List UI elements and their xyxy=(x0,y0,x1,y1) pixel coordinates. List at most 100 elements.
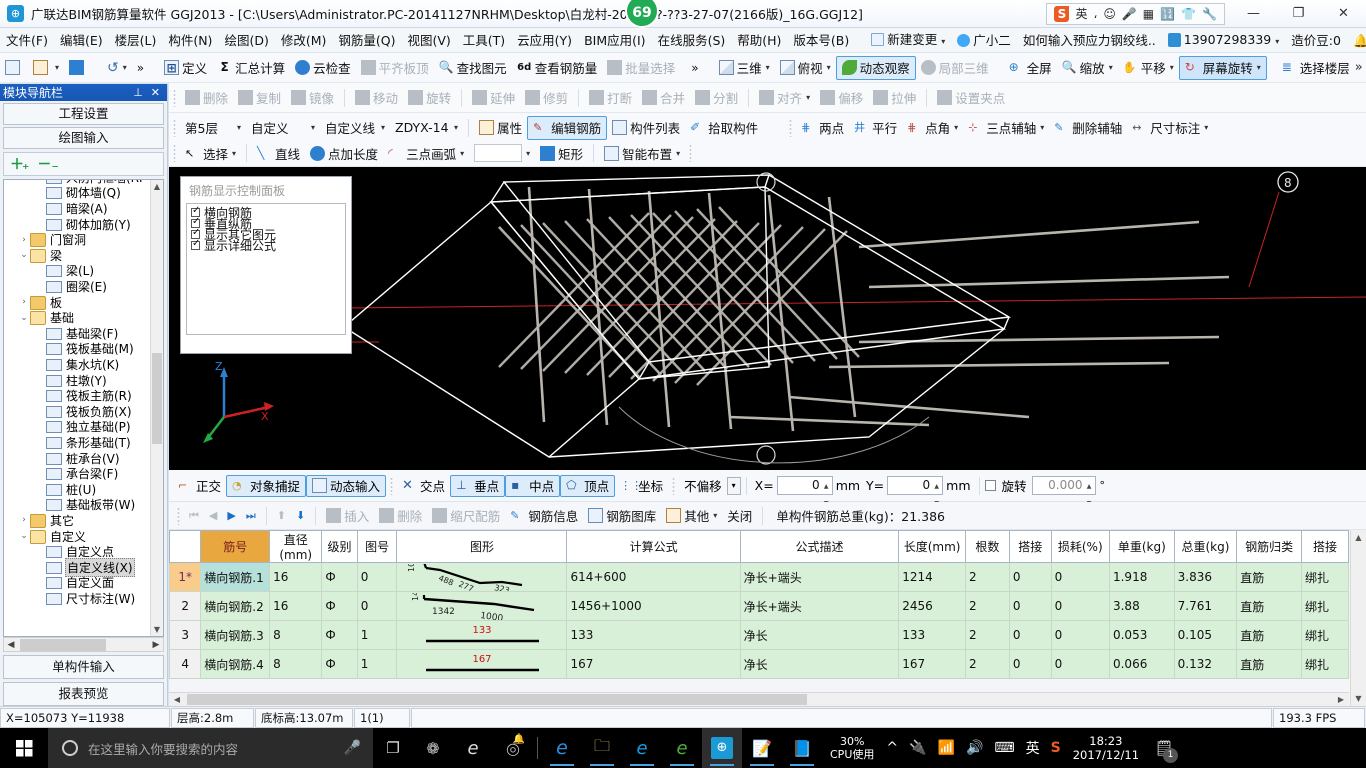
table-row[interactable]: 4 横向钢筋.4 8 Ф 1 167 167 净长 167 2 0 0 0.066 0.132 直筋 绑扎 xyxy=(169,649,1350,679)
floor-selector[interactable]: 第5层 ▾ xyxy=(180,116,246,140)
cell-formula[interactable]: 133 xyxy=(566,620,741,650)
toolbar-view-overflow[interactable]: » xyxy=(1355,60,1363,75)
nav-next-button[interactable]: ▶ xyxy=(222,509,240,522)
toolbar-main-overflow[interactable]: » xyxy=(686,56,703,80)
sidebar-button-project-settings[interactable]: 工程设置 xyxy=(3,103,164,125)
tip-link[interactable]: 如何输入预应力钢绞线.. xyxy=(1017,28,1162,53)
grid-scroll-right-arrow[interactable]: ▶ xyxy=(1333,693,1349,706)
cell-unit-weight[interactable]: 0.053 xyxy=(1108,620,1175,650)
account-phone[interactable]: 13907298339 ▾ xyxy=(1162,27,1286,54)
type-selector[interactable]: 自定义线 ▾ xyxy=(320,116,390,140)
tree-item-folder-open-icon[interactable]: ⌄ 自定义 xyxy=(4,528,156,544)
component-list-button[interactable]: 构件列表 xyxy=(607,116,685,140)
menu-item-modify[interactable]: 修改(M) xyxy=(275,28,333,53)
tree-item-custom-line-icon[interactable]: 自定义线(X) xyxy=(4,557,156,577)
cell-count[interactable]: 2 xyxy=(965,562,1010,592)
undo-button[interactable]: ↺ ▾ xyxy=(102,56,132,80)
table-row[interactable]: 1* 横向钢筋.1 16 Ф 0 108 488 277 323 614+600 净长+端头 1214… xyxy=(169,562,1350,592)
cell-lap[interactable]: 0 xyxy=(1008,620,1052,650)
rebar-info-button[interactable]: ✎ 钢筋信息 xyxy=(505,505,583,527)
cell-lap[interactable]: 0 xyxy=(1008,562,1052,592)
tree-item-folder-open-icon[interactable]: ⌄ 梁 xyxy=(4,248,156,264)
menu-item-online[interactable]: 在线服务(S) xyxy=(652,28,732,53)
tree-item-column-pier-icon[interactable]: 柱墩(Y) xyxy=(4,372,156,388)
cell-shape[interactable]: 133 xyxy=(396,620,568,650)
minimize-button[interactable]: — xyxy=(1231,0,1276,28)
perpendicular-snap-toggle[interactable]: ⊥ 垂点 xyxy=(450,474,506,497)
tray-expand-icon[interactable]: ^ xyxy=(886,740,898,756)
taskbar-app-notepad[interactable]: 📝 xyxy=(742,728,782,768)
y-coord-input[interactable]: 0▲▼ xyxy=(887,476,944,507)
task-view-button[interactable]: ❐ xyxy=(373,728,413,768)
scroll-right-arrow[interactable]: ▶ xyxy=(149,640,163,650)
cell-total-weight[interactable]: 3.836 xyxy=(1173,562,1238,592)
tree-item-cap-beam-icon[interactable]: 承台梁(F) xyxy=(4,466,156,482)
ime-emoji-icon[interactable]: ☺ xyxy=(1103,7,1116,21)
cell-shape[interactable]: 14 1342 1000 xyxy=(396,591,568,621)
rotate-input[interactable]: 0.000▲▼ xyxy=(1031,476,1096,507)
menu-item-floor[interactable]: 楼层(L) xyxy=(109,28,163,53)
cell-figure-no[interactable]: 1 xyxy=(356,620,398,650)
start-button[interactable] xyxy=(0,728,48,768)
new-file-button[interactable] xyxy=(0,56,28,80)
offset-mode-selector[interactable]: 不偏移 xyxy=(679,475,727,497)
tree-item-foundation-beam-icon[interactable]: 基础梁(F) xyxy=(4,326,156,342)
cell-unit-weight[interactable]: 3.88 xyxy=(1108,591,1175,621)
rebar-library-button[interactable]: 钢筋图库 xyxy=(583,505,661,527)
cell-description[interactable]: 净长+端头 xyxy=(739,562,900,592)
taskbar-app-ie[interactable]: e xyxy=(622,728,662,768)
tree-item-pile-icon[interactable]: 桩(U) xyxy=(4,481,156,497)
ime-punct-icon[interactable]: ، xyxy=(1093,7,1097,21)
parallel-axis-button[interactable]: 井平行 xyxy=(849,116,902,140)
tray-keyboard-icon[interactable]: ⌨ xyxy=(994,740,1014,756)
midpoint-snap-toggle[interactable]: ▪ 中点 xyxy=(505,474,561,497)
taskbar-app-dictionary[interactable]: 📘 xyxy=(782,728,822,768)
menu-item-help[interactable]: 帮助(H) xyxy=(731,28,787,53)
cell-figure-no[interactable]: 1 xyxy=(356,649,398,679)
scroll-left-arrow[interactable]: ◀ xyxy=(4,640,18,650)
notification-badge[interactable]: 69 xyxy=(625,0,659,28)
col-lap-type[interactable]: 搭接 xyxy=(1300,530,1350,563)
coordinate-snap-toggle[interactable]: ⋮⋮ 坐标 xyxy=(615,475,668,497)
menu-item-file[interactable]: 文件(F) xyxy=(0,28,54,53)
two-point-axis-button[interactable]: ⋕ 两点 xyxy=(796,116,849,140)
taskbar-app-explorer[interactable]: 🗀 xyxy=(582,728,622,768)
maximize-button[interactable]: ❐ xyxy=(1276,0,1321,28)
rebar-display-control-panel[interactable]: 钢筋显示控制面板 横向钢筋 垂直纵筋 显示其它图元 显示详细公式 xyxy=(180,176,352,354)
3d-viewport[interactable]: Z X 8 钢筋显示控制面板 横向钢筋 垂直纵筋 显示其它图元 显示详细公式 xyxy=(169,167,1366,470)
tree-item-raft-foundation-icon[interactable]: 筏板基础(M) xyxy=(4,341,156,357)
row-number[interactable]: 1* xyxy=(169,562,202,592)
tree-item-folder-icon[interactable]: › 门窗洞 xyxy=(4,232,156,248)
cell-length[interactable]: 1214 xyxy=(898,562,967,592)
tree-item-folder-icon[interactable]: › 其它 xyxy=(4,513,156,529)
dynamic-input-toggle[interactable]: 动态输入 xyxy=(306,474,387,497)
toolbar-overflow-1[interactable]: » xyxy=(132,56,149,80)
grid-horizontal-scrollbar[interactable]: ◀ ▶ xyxy=(169,692,1349,706)
taskbar-app-edge[interactable]: e xyxy=(542,728,582,768)
notification-center-button[interactable]: 🗒 1 xyxy=(1147,728,1181,768)
col-shape[interactable]: 图形 xyxy=(396,530,568,563)
menu-user-account[interactable]: 广小二 xyxy=(951,28,1017,53)
cell-lap-type[interactable]: 绑扎 xyxy=(1300,620,1350,650)
cell-figure-no[interactable]: 0 xyxy=(356,562,398,592)
cell-formula[interactable]: 614+600 xyxy=(566,562,741,592)
tree-expander[interactable]: ⌄ xyxy=(18,313,30,323)
ime-mic-icon[interactable]: 🎤 xyxy=(1122,7,1137,21)
point-angle-axis-button[interactable]: ⋕ 点角 ▾ xyxy=(902,116,963,140)
cell-grade[interactable]: Ф xyxy=(321,620,358,650)
cell-loss[interactable]: 0 xyxy=(1050,649,1110,679)
taskbar-search-box[interactable]: 在这里输入你要搜索的内容 🎤 xyxy=(48,728,373,768)
tree-expander[interactable]: › xyxy=(18,515,30,525)
rectangle-tool-button[interactable]: 矩形 xyxy=(535,141,588,165)
view-rebar-qty-button[interactable]: 6d 查看钢筋量 xyxy=(512,56,603,80)
pick-component-button[interactable]: ✐ 拾取构件 xyxy=(685,116,763,140)
tree-item-folder-icon[interactable]: › 板 xyxy=(4,294,156,310)
cell-diameter[interactable]: 16 xyxy=(269,562,323,592)
cell-grade[interactable]: Ф xyxy=(321,649,358,679)
menu-item-component[interactable]: 构件(N) xyxy=(162,28,218,53)
cell-classify[interactable]: 直筋 xyxy=(1236,649,1302,679)
x-spinner[interactable]: ▲▼ xyxy=(822,478,831,507)
cell-grade[interactable]: Ф xyxy=(321,591,358,621)
select-floor-button[interactable]: ≣ 选择楼层 xyxy=(1277,56,1355,80)
row-number[interactable]: 4 xyxy=(169,649,202,679)
